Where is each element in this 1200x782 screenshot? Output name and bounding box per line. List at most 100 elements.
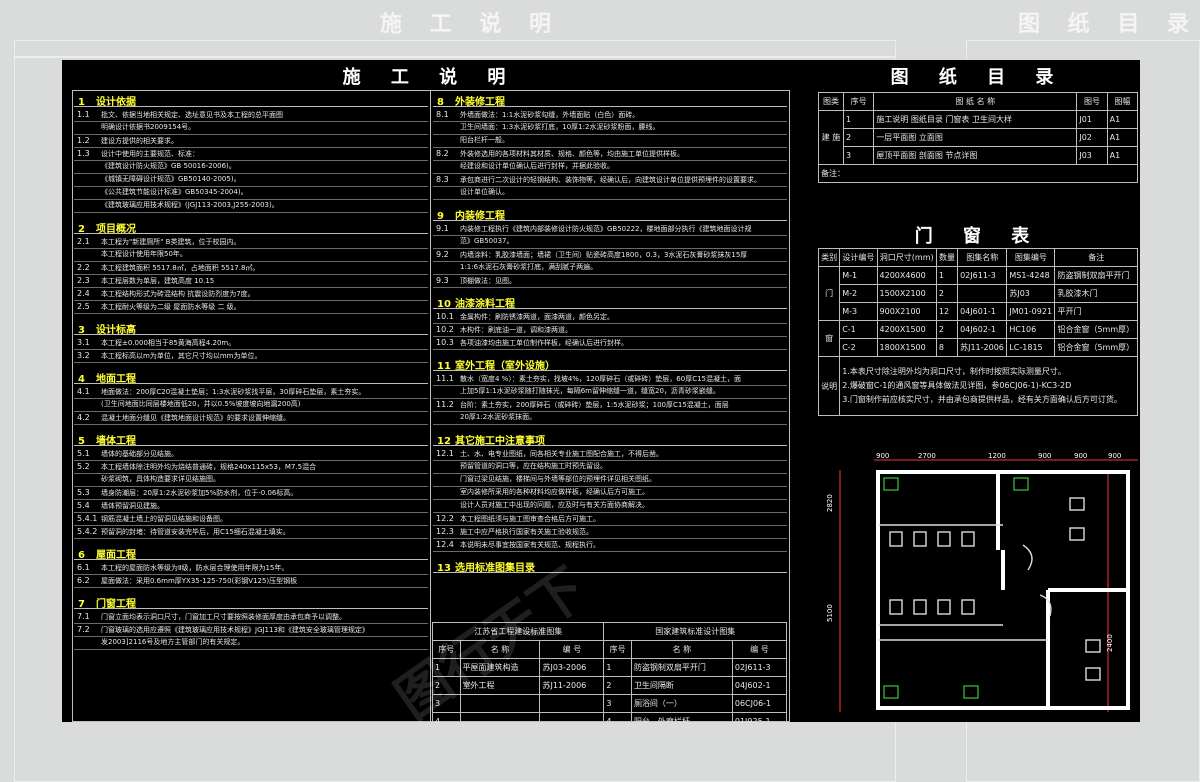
note-text: 墙身防潮层：20厚1:2水泥砂浆加5%防水剂，位于-0.06标高。	[101, 489, 298, 497]
note-number: 5.4.2	[77, 527, 98, 536]
note-number: 4.2	[77, 413, 90, 422]
note-text: 外墙面做法：1:1水泥砂浆勾缝，外墙面贴（白色）面砖。	[460, 111, 640, 119]
note-line: 5.2 本工程墙体除注明外均为烧结普通砖，规格240x115x53，M7.5混合	[74, 460, 428, 474]
note-line: 9.1 内装修工程执行《建筑内部装修设计防火规范》GB50222，楼地面部分执行《…	[433, 222, 787, 236]
table-cell: 铝合金窗（5mm厚）	[1054, 338, 1138, 357]
note-text: 本工程图纸须与施工图审查合格后方可施工。	[460, 515, 600, 523]
note-line: 砂浆砌筑，具体构造要求详见结施图。	[74, 473, 428, 487]
table-cell: 01J925-1	[731, 712, 788, 722]
table-cell: 平开门	[1054, 302, 1138, 321]
section-heading: 3 设计标高	[74, 321, 428, 336]
table-row: 4 4 阳台、外廊栏杆 01J925-1	[432, 712, 788, 722]
table-cell: 8	[935, 338, 959, 357]
table-cell: 2	[603, 676, 632, 695]
note-text: 散水（宽度4 %）：素土夯实，找坡4%，120厚碎石（或碎砖）垫层，60厚C15…	[460, 375, 741, 383]
note-line: 设计人员对施工中出现的问题，应及时与有关方面协商解决。	[433, 499, 787, 513]
table-cell: 苏J11-2006	[957, 338, 1008, 357]
note-line: 4.2 混凝土地面分缝见《建筑地面设计规范》的要求设置伸缩缝。	[74, 411, 428, 425]
table-cell: 4200X4600	[876, 266, 937, 285]
note-line: 8.1 外墙面做法：1:1水泥砂浆勾缝，外墙面贴（白色）面砖。	[433, 108, 787, 122]
note-line: 9.3 顶棚做法：见图。	[433, 274, 787, 288]
note-number: 9.2	[436, 250, 449, 259]
section-number: 11	[437, 361, 451, 372]
section-heading: 12 其它施工中注意事项	[433, 432, 787, 447]
catalog-no-cell: 2	[842, 128, 875, 147]
table-cell: 苏J03-2006	[539, 658, 605, 677]
note-number: 2.3	[77, 276, 90, 285]
note-line: 本工程设计使用年限50年。	[74, 248, 428, 262]
table-cell: 乳胶漆木门	[1054, 284, 1138, 303]
table-cell: 02J611-3	[957, 266, 1008, 285]
table-cell: 铝合金窗（5mm厚）	[1054, 320, 1138, 339]
dim-top: 900	[1108, 452, 1121, 460]
background-title-right: 图 纸 目 录	[1018, 12, 1199, 37]
catalog-size-cell: A1	[1106, 146, 1139, 165]
table-cell: 1500X2100	[876, 284, 937, 303]
note-line: 5.4 墙体预留洞见建施。	[74, 499, 428, 513]
table-cell: 02J611-3	[731, 658, 788, 677]
plan-dimension-lines	[839, 459, 1138, 712]
section-heading: 10 油漆涂料工程	[433, 295, 787, 310]
note-line: 7.1 门窗立面均表示洞口尺寸，门窗加工尺寸要按照装修面厚度由承包商予以调整。	[74, 610, 428, 624]
table-row: 门 M-1 4200X4600 1 02J611-3 MS1-4248 防盗钢制双扇平开门	[817, 266, 1138, 321]
note-text: 本工程结构形式为砖混结构 抗震设防烈度为7度。	[101, 290, 255, 298]
section-title: 内装修工程	[455, 211, 505, 222]
section-title: 油漆涂料工程	[455, 299, 515, 310]
note-line: 7.2 门窗玻璃的选用应遵照《建筑玻璃应用技术规程》JGJ113和《建筑安全玻璃管…	[74, 623, 428, 637]
note-number: 12.3	[436, 527, 454, 536]
table-header-cell: 图集编号	[1006, 248, 1056, 267]
note-text: 经建设和设计单位确认后进行封样，并据此验收。	[460, 162, 614, 170]
table-header-cell: 设计编号	[839, 248, 878, 267]
catalog-code-cell: J01	[1076, 110, 1108, 129]
note-line: 3.1 本工程±0.000相当于85黄海高程4.20m。	[74, 336, 428, 350]
note-text: 本工程±0.000相当于85黄海高程4.20m。	[101, 339, 236, 347]
note-text: 预留管道的洞口等，应在结构施工时预先留设。	[460, 462, 607, 470]
section-title: 墙体工程	[96, 436, 136, 447]
note-text: 木构件：刷底油一道，调和漆两道。	[460, 326, 572, 334]
table-cell: 3	[603, 694, 632, 713]
note-line: 1.1 批文、依据当地相关规定、选址意见书及本工程的总平面图	[74, 108, 428, 122]
note-text: 建设方提供的相关要求。	[101, 137, 178, 145]
section-number: 5	[78, 436, 85, 447]
note-line: 10.1 金属构件：刷防锈漆两道，面漆两道，颜色另定。	[433, 310, 787, 324]
note-number: 11.1	[436, 374, 454, 383]
note-line: 卫生间墙面：1:3水泥砂浆打底，10厚1:2水泥砂浆粉面，腰线。	[433, 121, 787, 135]
table-cell: M-2	[839, 284, 878, 303]
note-text: 本工程设计使用年限50年。	[101, 250, 187, 258]
note-number: 2.5	[77, 302, 90, 311]
note-text: 《城镇无障碍设计规范》GB50140-2005)。	[101, 175, 241, 183]
note-text: 施工中应严格执行国家有关施工验收规范。	[460, 528, 593, 536]
note-line: 《公共建筑节能设计标准》GB50345-2004)。	[74, 186, 428, 200]
note-line: 12.4 本说明未尽事宜按国家有关规范、规程执行。	[433, 538, 787, 552]
section-heading: 5 墙体工程	[74, 432, 428, 447]
section-title: 室外工程（室外设施）	[455, 361, 555, 372]
note-number: 10.3	[436, 338, 454, 347]
note-text: 各项油漆均由施工单位制作样板，经确认后进行封样。	[460, 339, 628, 347]
note-text: 上加5厚1:1水泥砂浆随打随抹光，每隔6m留伸缩缝一道，缝宽20，沥青砂浆嵌缝。	[460, 387, 720, 395]
note-text: 设计人员对施工中出现的问题，应及时与有关方面协商解决。	[460, 501, 649, 509]
note-line: 1:1:6水泥石灰膏砂浆打底，满刮腻子两遍。	[433, 261, 787, 275]
window-notes: 1.本表尺寸除注明外均为洞口尺寸，制作时按照实际测量尺寸。 2.爆破窗C-1的通风…	[839, 356, 1138, 416]
note-text: 《建筑玻璃应用技术规程》(JGJ113-2003,J255-2003)。	[101, 201, 279, 209]
note-text: 门窗立面均表示洞口尺寸，门窗加工尺寸要按照装修面厚度由承包商予以调整。	[101, 613, 346, 621]
section-number: 10	[437, 299, 451, 310]
note-number: 3.1	[77, 338, 90, 347]
note-number: 3.2	[77, 351, 90, 360]
table-cell: HC106	[1006, 320, 1056, 339]
toilet-floor-plan: 900 2700 1200 900 900 900 2820 5100 2400	[826, 452, 1138, 712]
note-line: 2.1 本工程为"新建厕所" B类建筑，位于校园内。	[74, 235, 428, 249]
note-text: 门窗玻璃的选用应遵照《建筑玻璃应用技术规程》JGJ113和《建筑安全玻璃管理规定…	[101, 626, 369, 634]
note-text: 《公共建筑节能设计标准》GB50345-2004)。	[101, 188, 248, 196]
catalog-no-cell: 3	[842, 146, 875, 165]
note-text: 本工程墙体除注明外均为烧结普通砖，规格240x115x53，M7.5混合	[101, 463, 317, 471]
section-number: 1	[78, 97, 85, 108]
note-line: 11.1 散水（宽度4 %）：素土夯实，找坡4%，120厚碎石（或碎砖）垫层，60…	[433, 372, 787, 386]
section-number: 8	[437, 97, 444, 108]
note-number: 12.2	[436, 514, 454, 523]
note-line: 6.1 本工程的屋面防水等级为Ⅱ级，防水层合理使用年限为15年。	[74, 561, 428, 575]
table-cell: 1800X1500	[876, 338, 937, 357]
note-text: 室内装修所采用的各种材料均应做样板，经确认后方可施工。	[460, 488, 649, 496]
table-cell: 06CJ06-1	[731, 694, 788, 713]
note-text: 本说明未尽事宜按国家有关规范、规程执行。	[460, 541, 600, 549]
drawing-sheet: 施 工 说 明 1 设计依据 1.1 批文、依据当地相关规定、选址意见书及本工程的总平…	[62, 60, 1140, 722]
